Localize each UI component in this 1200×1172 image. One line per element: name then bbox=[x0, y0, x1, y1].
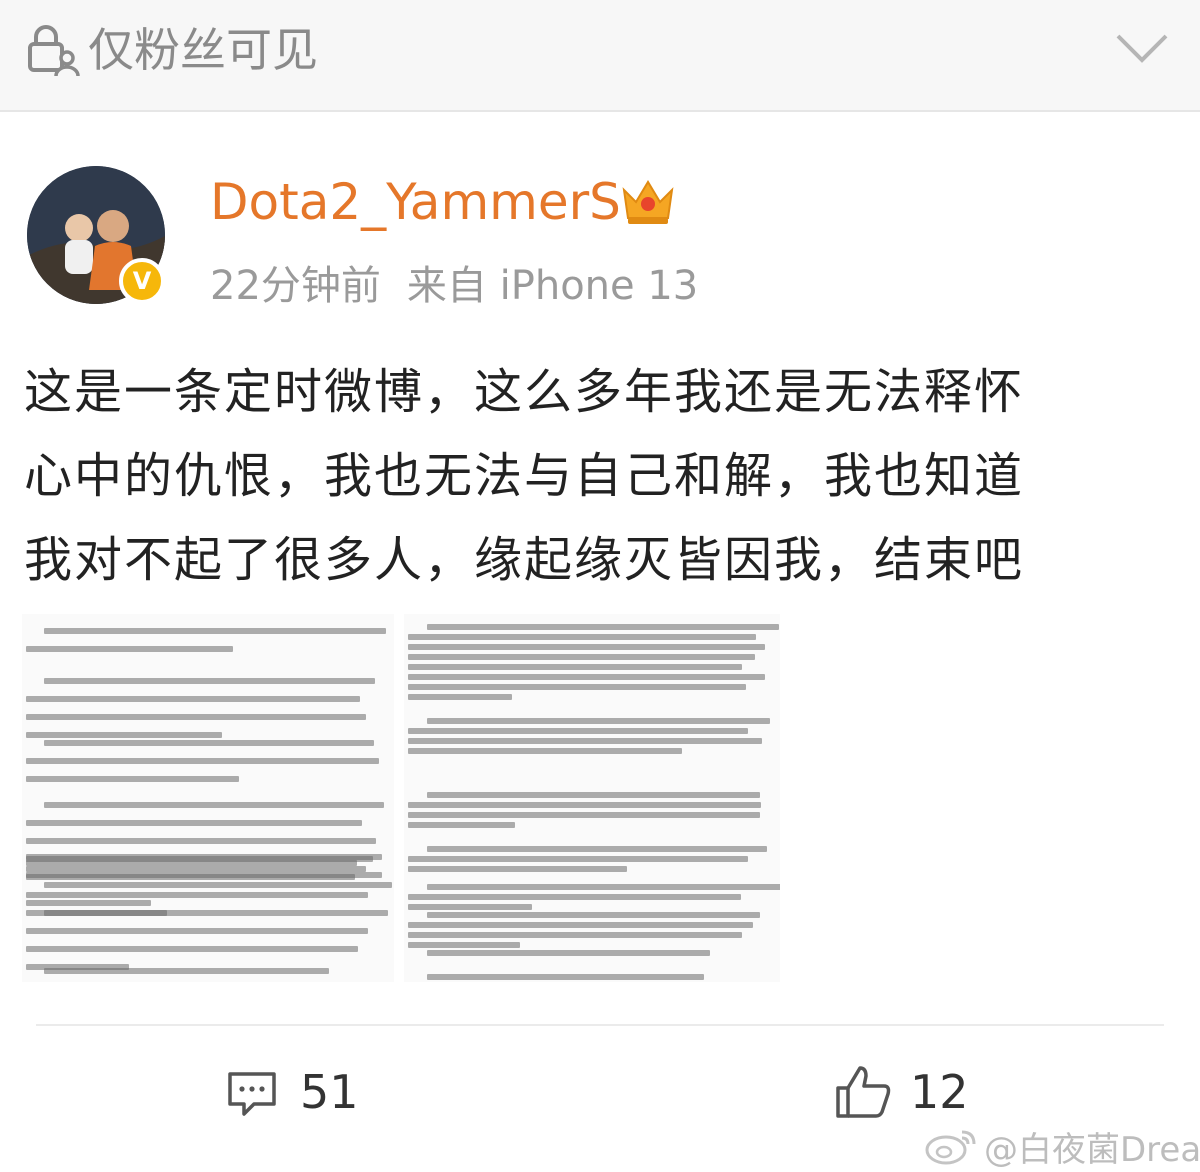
post-source: 来自 iPhone 13 bbox=[406, 263, 699, 309]
image-text-texture bbox=[407, 922, 754, 928]
author-name[interactable]: Dota2_YammerS bbox=[210, 170, 621, 234]
image-text-texture bbox=[407, 684, 747, 690]
image-text-texture bbox=[407, 856, 748, 862]
image-text-texture bbox=[426, 792, 761, 798]
post-text-line: 这是一条定时微博，这么多年我还是无法释怀 bbox=[24, 364, 1025, 420]
image-text-texture bbox=[25, 946, 359, 952]
image-text-texture bbox=[426, 950, 710, 956]
image-text-texture bbox=[407, 664, 743, 670]
image-text-texture bbox=[426, 718, 770, 724]
image-text-texture bbox=[25, 820, 362, 826]
post-time: 22分钟前 bbox=[210, 263, 381, 309]
image-text-texture bbox=[407, 932, 742, 938]
post-body: 这是一条定时微博，这么多年我还是无法释怀 心中的仇恨，我也无法与自己和解，我也知… bbox=[24, 350, 1124, 602]
image-text-texture bbox=[25, 776, 240, 782]
comment-count[interactable]: 51 bbox=[300, 1062, 359, 1122]
lock-people-icon bbox=[28, 25, 80, 77]
image-text-texture bbox=[25, 696, 361, 702]
image-text-texture bbox=[407, 802, 761, 808]
image-text-texture bbox=[407, 942, 521, 948]
image-text-texture bbox=[407, 738, 763, 744]
post-meta: 22分钟前 来自 iPhone 13 bbox=[210, 260, 698, 312]
image-text-texture bbox=[25, 838, 377, 844]
image-text-texture bbox=[25, 758, 380, 764]
image-text-texture bbox=[44, 910, 389, 916]
image-text-texture bbox=[407, 644, 766, 650]
image-text-texture bbox=[407, 822, 515, 828]
divider bbox=[36, 1024, 1164, 1026]
comment-icon[interactable] bbox=[226, 1070, 278, 1118]
image-text-texture bbox=[407, 894, 742, 900]
thumbs-up-icon[interactable] bbox=[834, 1064, 892, 1120]
post-text-line: 我对不起了很多人，缘起缘灭皆因我，结束吧 bbox=[24, 532, 1025, 588]
attached-image-2[interactable] bbox=[404, 614, 780, 982]
attached-image-1[interactable] bbox=[22, 614, 394, 982]
verified-badge: V bbox=[119, 258, 165, 304]
privacy-label: 仅粉丝可见 bbox=[88, 23, 318, 77]
image-text-texture bbox=[44, 802, 384, 808]
like-count[interactable]: 12 bbox=[910, 1062, 969, 1122]
post-text-line: 心中的仇恨，我也无法与自己和解，我也知道 bbox=[24, 448, 1025, 504]
watermark-text: @白夜菌Dream bbox=[984, 1129, 1200, 1170]
image-text-texture bbox=[426, 912, 761, 918]
image-text-texture bbox=[407, 694, 513, 700]
image-text-texture bbox=[407, 866, 627, 872]
image-text-texture bbox=[25, 928, 368, 934]
image-text-texture bbox=[25, 714, 367, 720]
image-text-texture bbox=[407, 728, 748, 734]
image-text-texture bbox=[25, 872, 382, 878]
image-text-texture bbox=[44, 882, 392, 888]
image-text-texture bbox=[426, 884, 780, 890]
crown-icon[interactable] bbox=[620, 174, 676, 226]
image-text-texture bbox=[407, 812, 760, 818]
image-text-texture bbox=[426, 974, 704, 980]
image-text-texture bbox=[407, 748, 683, 754]
image-text-texture bbox=[44, 740, 374, 746]
image-text-texture bbox=[407, 634, 756, 640]
image-text-texture bbox=[426, 846, 768, 852]
image-text-texture bbox=[44, 968, 330, 974]
watermark: @白夜菌Dream bbox=[924, 1122, 1200, 1170]
image-text-texture bbox=[426, 624, 780, 630]
image-text-texture bbox=[25, 732, 223, 738]
image-text-texture bbox=[407, 654, 755, 660]
image-text-texture bbox=[44, 678, 376, 684]
image-text-texture bbox=[407, 904, 532, 910]
weibo-logo-icon bbox=[925, 1130, 976, 1165]
image-text-texture bbox=[25, 646, 234, 652]
image-text-texture bbox=[25, 900, 152, 906]
chevron-down-icon[interactable] bbox=[1114, 30, 1170, 66]
image-text-texture bbox=[407, 674, 766, 680]
divider bbox=[0, 110, 1200, 112]
image-text-texture bbox=[44, 628, 387, 634]
image-text-texture bbox=[25, 892, 368, 898]
